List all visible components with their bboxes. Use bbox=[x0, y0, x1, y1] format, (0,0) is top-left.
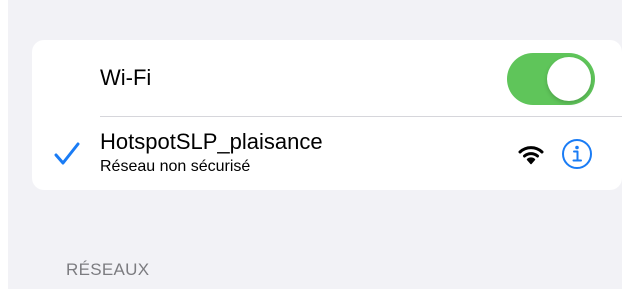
right-edge-strip bbox=[622, 0, 630, 289]
wifi-signal-icon bbox=[518, 145, 544, 165]
network-security-status: Réseau non sécurisé bbox=[100, 158, 251, 175]
left-edge-strip bbox=[0, 0, 8, 289]
network-name: HotspotSLP_plaisance bbox=[100, 129, 323, 154]
wifi-label: Wi-Fi bbox=[100, 65, 152, 90]
wifi-toggle-row: Wi-Fi bbox=[32, 40, 622, 116]
toggle-knob bbox=[547, 57, 591, 101]
networks-section-header: RÉSEAUX bbox=[66, 260, 150, 279]
info-icon[interactable] bbox=[561, 138, 593, 170]
wifi-toggle[interactable] bbox=[507, 53, 595, 105]
checkmark-icon bbox=[52, 139, 82, 169]
current-network-row[interactable]: HotspotSLP_plaisance Réseau non sécurisé bbox=[32, 117, 622, 190]
wifi-settings-card: Wi-Fi HotspotSLP_plaisance Réseau non sé… bbox=[32, 40, 622, 190]
